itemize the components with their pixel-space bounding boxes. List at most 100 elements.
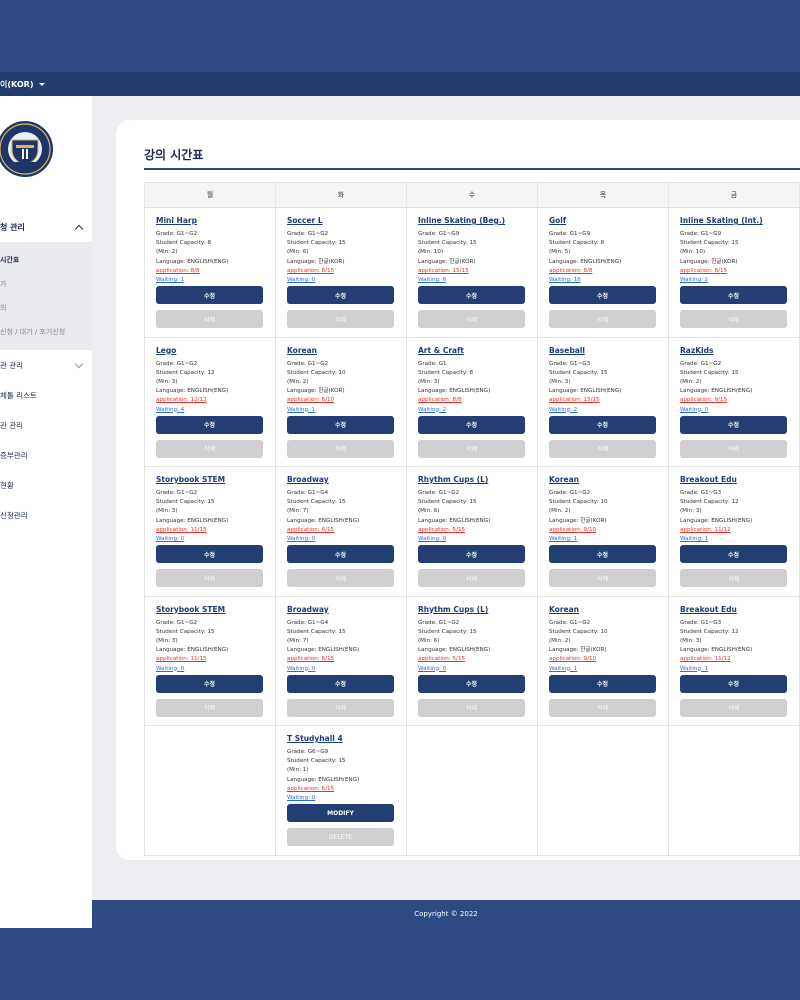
course-title-link[interactable]: Mini Harp [156,216,264,226]
course-waiting-link[interactable]: Waiting: 1 [680,665,788,674]
sidebar-section-header[interactable]: 청 관리 [0,212,92,242]
course-waiting-link[interactable]: Waiting: 0 [287,276,395,285]
modify-button[interactable]: 수정 [287,545,394,563]
sidebar-item[interactable]: 관 관리 [0,410,92,440]
modify-button[interactable]: 수정 [680,286,787,304]
course-application-link[interactable]: application: 5/15 [418,526,526,535]
course-title-link[interactable]: Inline Skating (Beg.) [418,216,526,226]
course-application-link[interactable]: application: 11/12 [680,655,788,664]
course-title-link[interactable]: RazKids [680,346,788,356]
delete-button[interactable]: 삭제 [418,310,525,328]
course-title-link[interactable]: Rhythm Cups (L) [418,605,526,615]
delete-button[interactable]: 삭제 [549,439,656,458]
delete-button[interactable]: 삭제 [680,698,787,717]
course-application-link[interactable]: application: 9/10 [549,526,657,535]
delete-button[interactable]: 삭제 [680,310,787,328]
course-title-link[interactable]: Art & Craft [418,346,526,356]
delete-button[interactable]: DELETE [287,828,394,846]
delete-button[interactable]: 삭제 [418,439,525,458]
course-title-link[interactable]: Storybook STEM [156,605,264,615]
course-application-link[interactable]: application: 11/15 [156,655,264,664]
modify-button[interactable]: 수정 [418,545,525,563]
course-application-link[interactable]: application: 5/15 [418,655,526,664]
course-application-link[interactable]: application: 6/15 [287,526,395,535]
course-application-link[interactable]: application: 8/8 [549,267,657,276]
course-waiting-link[interactable]: Waiting: 1 [549,535,657,544]
modify-button[interactable]: 수정 [156,286,263,304]
delete-button[interactable]: 삭제 [156,310,263,328]
sidebar-item[interactable]: 신청관리 [0,500,92,530]
modify-button[interactable]: 수정 [418,415,525,434]
course-waiting-link[interactable]: Waiting: 0 [680,406,788,415]
course-application-link[interactable]: application: 8/15 [287,267,395,276]
modify-button[interactable]: MODIFY [287,804,394,822]
course-application-link[interactable]: application: 11/15 [156,526,264,535]
modify-button[interactable]: 수정 [287,674,394,693]
modify-button[interactable]: 수정 [549,415,656,434]
modify-button[interactable]: 수정 [156,545,263,563]
modify-button[interactable]: 수정 [680,415,787,434]
modify-button[interactable]: 수정 [418,286,525,304]
course-title-link[interactable]: T Studyhall 4 [287,734,395,744]
course-application-link[interactable]: application: 8/8 [418,396,526,405]
sidebar-subitem[interactable]: 신청 / 대기 / 포기신청 [0,320,92,344]
sidebar-subitem[interactable]: 의 [0,296,92,320]
course-title-link[interactable]: Inline Skating (Int.) [680,216,788,226]
course-title-link[interactable]: Korean [549,475,657,485]
language-selector[interactable]: 이(KOR) [0,79,46,90]
course-waiting-link[interactable]: Waiting: 0 [287,665,395,674]
delete-button[interactable]: 삭제 [549,569,656,587]
sidebar-subitem-timetable[interactable]: 시간표 [0,248,92,272]
course-title-link[interactable]: Lego [156,346,264,356]
modify-button[interactable]: 수정 [549,674,656,693]
delete-button[interactable]: 삭제 [287,439,394,458]
course-application-link[interactable]: application: 6/10 [287,396,395,405]
course-waiting-link[interactable]: Waiting: 2 [680,276,788,285]
modify-button[interactable]: 수정 [156,415,263,434]
sidebar-item[interactable]: 증부관리 [0,440,92,470]
course-application-link[interactable]: application: 6/15 [287,655,395,664]
modify-button[interactable]: 수정 [418,674,525,693]
course-application-link[interactable]: application: 15/15 [549,396,657,405]
delete-button[interactable]: 삭제 [287,569,394,587]
delete-button[interactable]: 삭제 [680,439,787,458]
delete-button[interactable]: 삭제 [156,698,263,717]
course-waiting-link[interactable]: Waiting: 4 [156,406,264,415]
modify-button[interactable]: 수정 [549,545,656,563]
delete-button[interactable]: 삭제 [156,439,263,458]
course-waiting-link[interactable]: Waiting: 1 [680,535,788,544]
sidebar-subitem[interactable]: 가 [0,272,92,296]
delete-button[interactable]: 삭제 [549,310,656,328]
course-waiting-link[interactable]: Waiting: 0 [156,535,264,544]
course-waiting-link[interactable]: Waiting: 16 [549,276,657,285]
course-waiting-link[interactable]: Waiting: 0 [418,665,526,674]
course-application-link[interactable]: application: 8/8 [156,267,264,276]
modify-button[interactable]: 수정 [287,286,394,304]
modify-button[interactable]: 수정 [156,674,263,693]
course-waiting-link[interactable]: Waiting: 2 [549,406,657,415]
course-waiting-link[interactable]: Waiting: 0 [287,794,395,803]
course-title-link[interactable]: Broadway [287,475,395,485]
delete-button[interactable]: 삭제 [418,569,525,587]
course-application-link[interactable]: application: 15/15 [418,267,526,276]
delete-button[interactable]: 삭제 [549,698,656,717]
modify-button[interactable]: 수정 [680,545,787,563]
course-waiting-link[interactable]: Waiting: 1 [287,406,395,415]
sidebar-item[interactable]: 체틀 리스트 [0,380,92,410]
course-title-link[interactable]: Broadway [287,605,395,615]
delete-button[interactable]: 삭제 [287,310,394,328]
course-title-link[interactable]: Breakout Edu [680,475,788,485]
course-title-link[interactable]: Korean [287,346,395,356]
course-waiting-link[interactable]: Waiting: 0 [287,535,395,544]
course-waiting-link[interactable]: Waiting: 0 [156,665,264,674]
course-title-link[interactable]: Soccer L [287,216,395,226]
delete-button[interactable]: 삭제 [287,698,394,717]
course-application-link[interactable]: application: 9/15 [680,396,788,405]
course-title-link[interactable]: Breakout Edu [680,605,788,615]
modify-button[interactable]: 수정 [549,286,656,304]
course-title-link[interactable]: Storybook STEM [156,475,264,485]
course-application-link[interactable]: application: 11/12 [680,526,788,535]
course-waiting-link[interactable]: Waiting: 0 [418,535,526,544]
sidebar-item[interactable]: 관 관리 [0,350,92,380]
course-waiting-link[interactable]: Waiting: 1 [549,665,657,674]
